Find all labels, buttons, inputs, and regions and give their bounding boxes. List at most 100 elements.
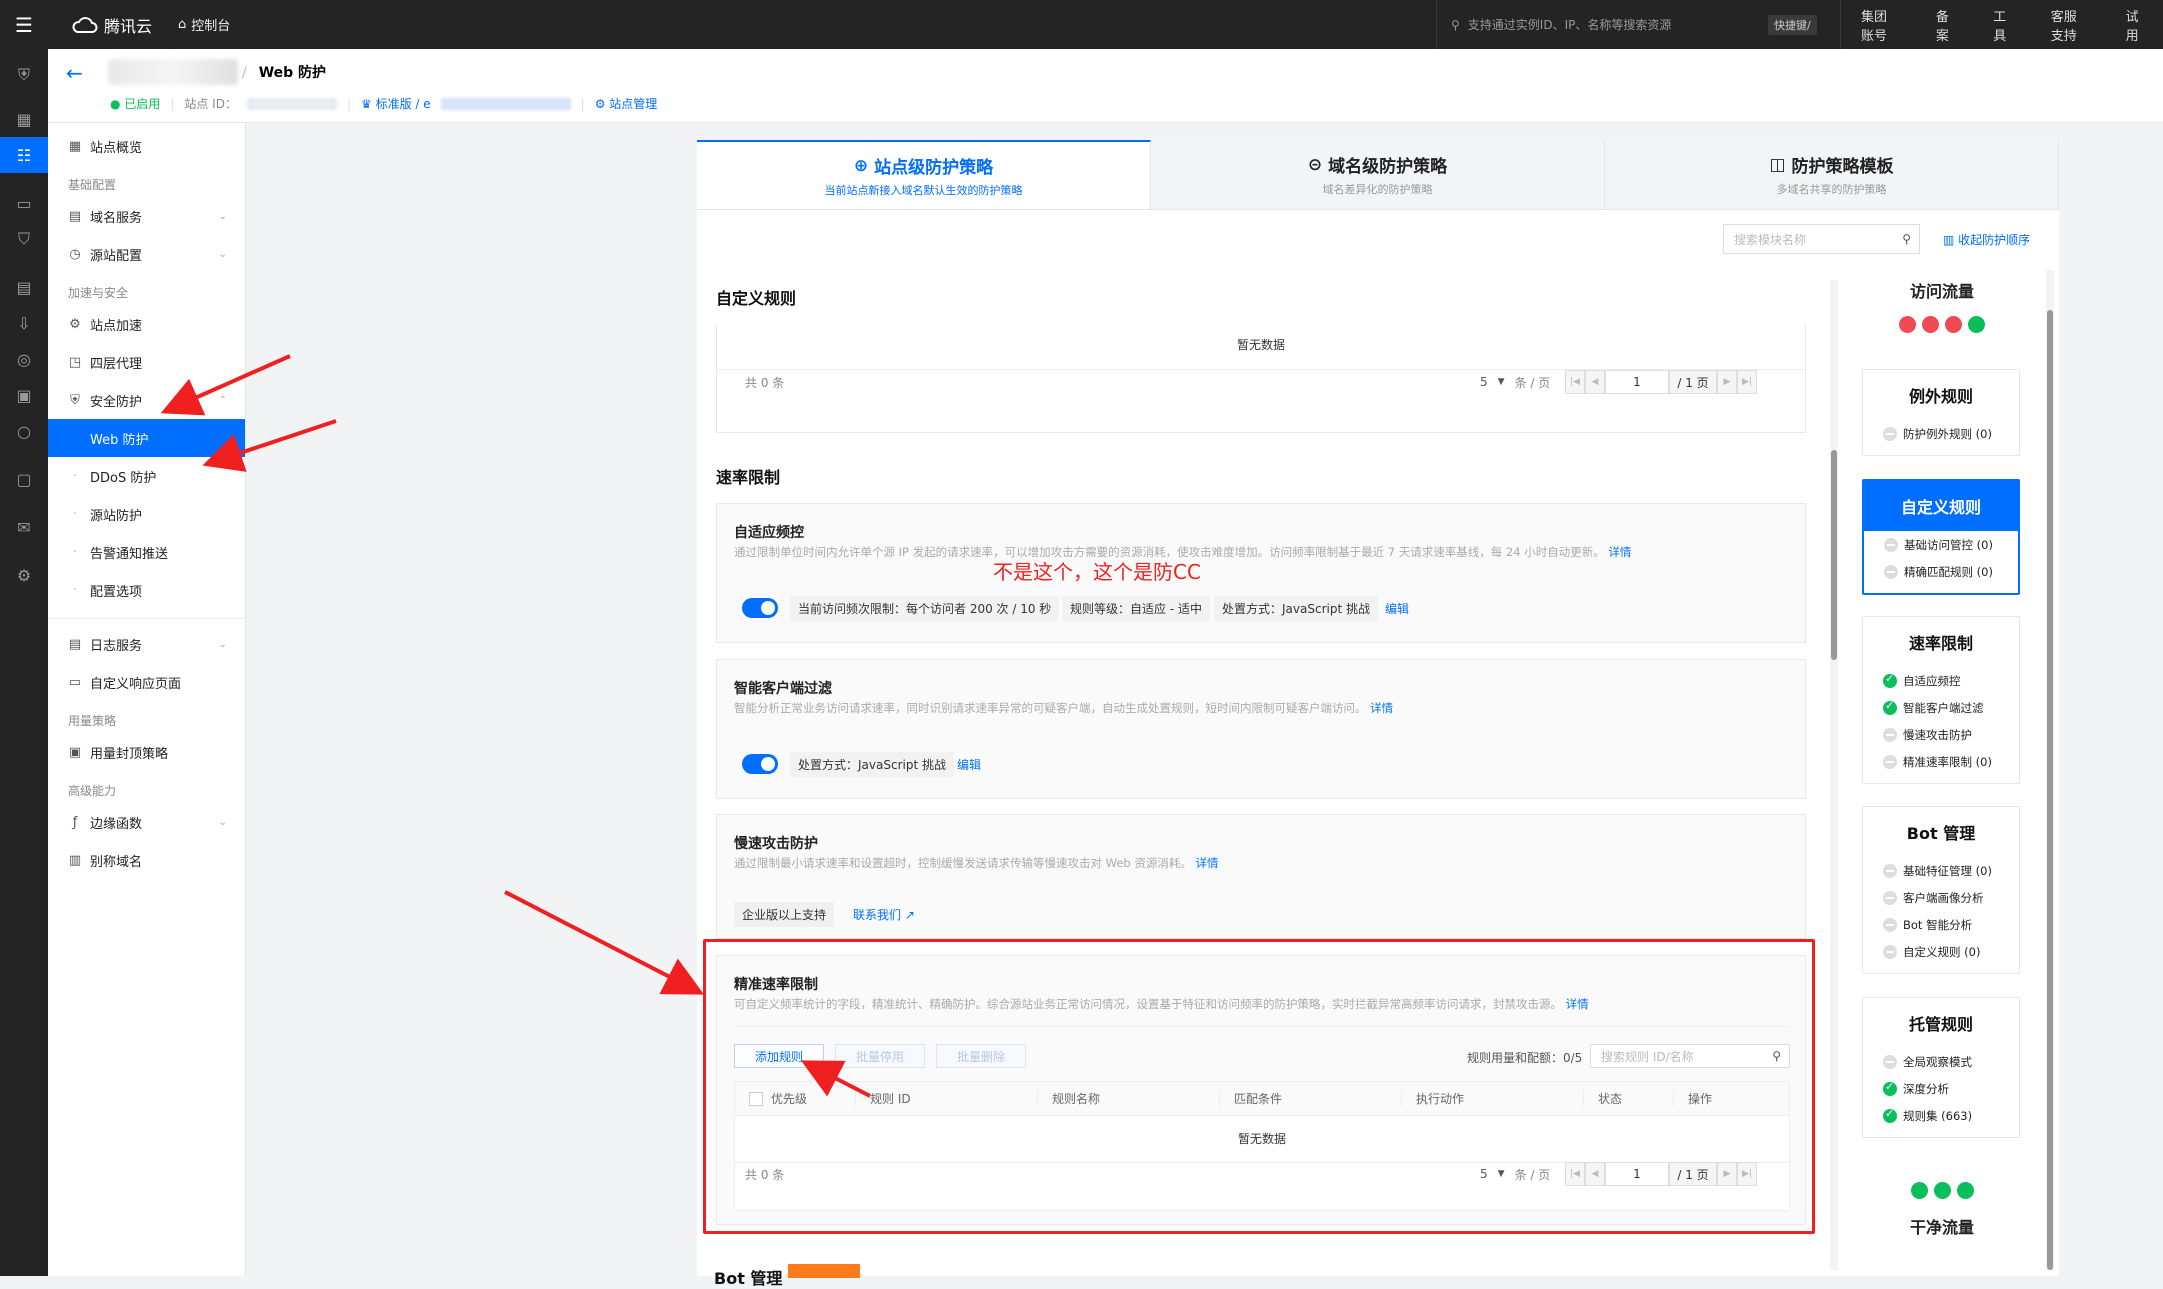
detail-link[interactable]: 详情	[1196, 856, 1219, 870]
dashboard-icon[interactable]: ▦	[0, 101, 48, 137]
nav-filing[interactable]: 备案	[1916, 6, 1973, 44]
policy-tabs: ⊕ 站点级防护策略 当前站点新接入域名默认生效的防护策略 ⊝ 域名级防护策略 域名差…	[697, 140, 2059, 210]
page-input[interactable]: 1	[1605, 370, 1669, 394]
order-card-custom-rules[interactable]: 自定义规则 基础访问管控 (0) 精确匹配规则 (0)	[1862, 479, 2020, 595]
sidebar-item-ddos[interactable]: · DDoS 防护	[48, 457, 245, 495]
pulse-icon[interactable]: ◎	[0, 341, 48, 377]
globe-icon: ⊕	[853, 155, 869, 176]
sidebar-item-web-protect[interactable]: Web 防护	[48, 419, 245, 457]
search-rail-icon[interactable]: ○	[0, 413, 48, 449]
sidebar-item-overview[interactable]: ▦ 站点概览	[48, 127, 245, 165]
card-spacer	[1863, 965, 2019, 973]
console-link[interactable]: ⌂ 控制台	[178, 15, 230, 34]
contact-us-link[interactable]: 联系我们 ↗	[853, 906, 915, 923]
monitor-icon[interactable]: ▭	[0, 185, 48, 221]
domain-policy-icon: ⊝	[1307, 154, 1323, 175]
sidebar-item-origin-protect[interactable]: · 源站防护	[48, 495, 245, 533]
sidebar-item-l4-proxy[interactable]: ◳ 四层代理	[48, 343, 245, 381]
order-item-label: 自适应频控	[1903, 673, 1961, 688]
download-icon[interactable]: ⇩	[0, 305, 48, 341]
site-manage-link[interactable]: ⚙ 站点管理	[595, 95, 658, 112]
status-on-icon	[1883, 1107, 1897, 1123]
scrollbar-thumb[interactable]	[2047, 310, 2053, 1270]
nav-trial[interactable]: 试用	[2106, 6, 2163, 44]
total-pages: / 1 页	[1669, 370, 1717, 394]
plan-link[interactable]: ♛ 标准版 / e	[361, 95, 431, 112]
edit-link[interactable]: 编辑	[957, 756, 981, 773]
action-tag: 处置方式：JavaScript 挑战	[790, 752, 954, 777]
bullet-icon: ·	[72, 468, 78, 484]
order-item: 全局观察模式	[1863, 1048, 2019, 1075]
hamburger-menu-icon[interactable]: ☰	[0, 0, 48, 49]
arrow-to-precise-rate	[504, 890, 705, 995]
traffic-bad-icon	[1922, 316, 1939, 333]
slow-attack-card: 慢速攻击防护 通过限制最小请求速率和设置超时，控制缓慢发送请求传输等慢速攻击对 …	[716, 814, 1806, 939]
sidebar-item-alert-push[interactable]: · 告警通知推送	[48, 533, 245, 571]
detail-link[interactable]: 详情	[1608, 545, 1631, 559]
order-item-label: 规则集 (663)	[1903, 1108, 1973, 1123]
page-icon: ▭	[68, 674, 82, 690]
sidebar-item-custom-error-page[interactable]: ▭ 自定义响应页面	[48, 663, 245, 701]
order-item: 深度分析	[1863, 1075, 2019, 1102]
sidebar-item-config-options[interactable]: · 配置选项	[48, 571, 245, 609]
next-page-button[interactable]: ▶	[1717, 370, 1737, 394]
scrollbar-thumb[interactable]	[1831, 450, 1837, 660]
ip-icon[interactable]: ▣	[0, 377, 48, 413]
tab-policy-template[interactable]: ◫ 防护策略模板 多域名共享的防护策略	[1605, 140, 2059, 209]
adaptive-rate-toggle[interactable]	[742, 598, 778, 618]
traffic-good-icon	[1910, 1182, 1928, 1199]
order-card-bot[interactable]: Bot 管理 基础特征管理 (0) 客户端画像分析 Bot 智能分析 自定义规则…	[1862, 806, 2020, 974]
order-card-managed-rules[interactable]: 托管规则 全局观察模式 深度分析 规则集 (663)	[1862, 997, 2020, 1138]
smart-client-toggle[interactable]	[742, 754, 778, 774]
flow-top-label: 访问流量	[1909, 282, 1974, 301]
tab-site-policy[interactable]: ⊕ 站点级防护策略 当前站点新接入域名默认生效的防护策略	[697, 140, 1151, 209]
tab-title: ⊕ 站点级防护策略	[853, 153, 993, 179]
prev-page-button[interactable]: ◀	[1585, 370, 1605, 394]
panel-scrollbar[interactable]	[2046, 270, 2054, 1270]
security-icon[interactable]: ⛉	[0, 221, 48, 257]
tab-title: ⊝ 域名级防护策略	[1307, 152, 1447, 178]
origin-icon: ◷	[69, 246, 81, 262]
shield-icon[interactable]: ⛨	[0, 49, 48, 101]
analytics-icon[interactable]: ▤	[0, 269, 48, 305]
brand-logo[interactable]: 腾讯云	[72, 13, 152, 37]
back-arrow-icon[interactable]: ←	[66, 61, 83, 85]
sidebar-item-security[interactable]: ⛨ 安全防护 ⌃	[48, 381, 245, 419]
page-size-select[interactable]: 5 ▼ 条 / 页	[1480, 374, 1550, 391]
tab-domain-policy[interactable]: ⊝ 域名级防护策略 域名差异化的防护策略	[1151, 140, 1605, 209]
nav-support[interactable]: 客服支持	[2031, 6, 2106, 44]
card-title: 慢速攻击防护	[734, 836, 818, 852]
detail-link[interactable]: 详情	[1370, 701, 1393, 715]
sidebar-group-basic: 基础配置	[68, 178, 117, 192]
nav-group-account[interactable]: 集团账号	[1841, 6, 1916, 44]
sidebar-item-alias-domain[interactable]: ▥ 别称域名	[48, 841, 245, 879]
page-header: ← / Web 防护 ● 已启用 | 站点 ID： | ♛ 标准版 / e | ⚙…	[48, 49, 2163, 123]
adaptive-rate-card: 自适应频控 通过限制单位时间内允许单个源 IP 发起的请求速率，可以增加攻击方需…	[716, 503, 1806, 643]
message-icon[interactable]: ✉	[0, 509, 48, 545]
sidebar-item-domain-service[interactable]: ▤ 域名服务 ⌄	[48, 197, 245, 235]
order-item-label: 慢速攻击防护	[1903, 727, 1972, 742]
order-card-exception[interactable]: 例外规则 防护例外规则 (0)	[1862, 369, 2020, 456]
order-card-title: 托管规则	[1908, 1015, 1973, 1034]
site-list-icon[interactable]: ☷	[0, 137, 48, 173]
collapse-order-link[interactable]: ▥ 收起防护顺序	[1943, 231, 2030, 248]
sidebar-item-site-accel[interactable]: ⚙ 站点加速	[48, 305, 245, 343]
sidebar-item-log-service[interactable]: ▤ 日志服务 ⌄	[48, 625, 245, 663]
edit-link[interactable]: 编辑	[1385, 600, 1409, 617]
content-scrollbar[interactable]	[1830, 280, 1838, 1270]
tab-title-text: 防护策略模板	[1791, 157, 1894, 177]
order-item-label: 基础特征管理 (0)	[1903, 863, 1992, 878]
shortcut-badge[interactable]: 快捷键/	[1768, 15, 1817, 35]
first-page-button[interactable]: |◀	[1565, 370, 1585, 394]
brand-name: 腾讯云	[104, 16, 153, 36]
nav-tools[interactable]: 工具	[1973, 6, 2030, 44]
rate-limit-tag: 当前访问频次限制：每个访问者 200 次 / 10 秒	[790, 596, 1060, 621]
sidebar-item-edge-functions[interactable]: ƒ 边缘函数 ⌄	[48, 803, 245, 841]
module-search-input[interactable]: 搜索模块名称 ⚲	[1723, 224, 1920, 254]
sidebar-item-origin-config[interactable]: ◷ 源站配置 ⌄	[48, 235, 245, 273]
sidebar-item-usage-cap[interactable]: ▣ 用量封顶策略	[48, 733, 245, 771]
order-card-rate-limit[interactable]: 速率限制 自适应频控 智能客户端过滤 慢速攻击防护 精准速率限制 (0)	[1862, 616, 2020, 784]
last-page-button[interactable]: ▶|	[1737, 370, 1757, 394]
cert-icon[interactable]: ▢	[0, 461, 48, 497]
settings-icon[interactable]: ⚙	[0, 557, 48, 593]
